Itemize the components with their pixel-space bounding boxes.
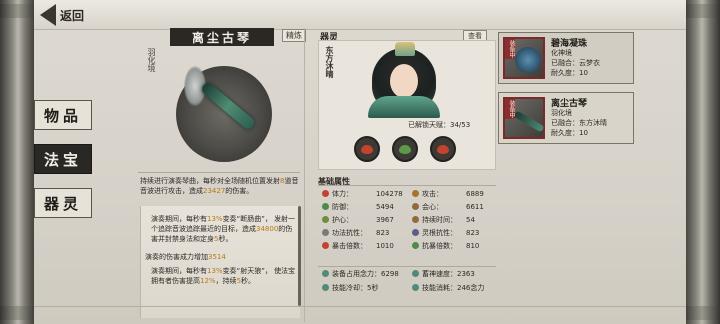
attr-cooldown: 技能冷却： 5秒 <box>322 282 378 293</box>
heart-icon <box>322 190 329 197</box>
back-button[interactable]: 返回 <box>40 4 84 26</box>
attr-crit-multiplier: 暴击倍数： 1010 <box>322 240 394 251</box>
equipment-card[interactable]: 装备中 碧海凝珠 化神境 已融合：云梦衣 耐久度：10 <box>498 32 634 84</box>
eye-icon <box>322 270 329 277</box>
spirit-crown-icon <box>395 42 415 56</box>
divider <box>318 185 496 186</box>
equipment-thumb: 装备中 <box>503 37 545 79</box>
back-label: 返回 <box>60 8 85 23</box>
swords-icon <box>412 190 419 197</box>
item-title: 离尘古琴 <box>170 28 274 46</box>
grade-tag: 精炼 <box>282 29 306 42</box>
skill-entry: 演奏期间，每秒有13%变奏“断肠曲”， 发射一个追踪音波追踪最近的目标，造成34… <box>151 215 296 243</box>
equipment-fused: 已融合：东方沐晴 <box>551 119 607 127</box>
shield-icon <box>322 203 329 210</box>
top-bar: 返回 <box>34 0 686 30</box>
spirit-portrait-body <box>368 96 440 118</box>
guqin-icon <box>513 110 545 133</box>
equipment-fused: 已融合：云梦衣 <box>551 59 600 67</box>
attr-hp: 体力： 104278 <box>322 188 403 199</box>
equipped-flag: 装备中 <box>505 39 515 59</box>
attributes-title: 基础属性 <box>318 177 350 186</box>
red-leaf-icon <box>437 144 449 154</box>
crit-icon <box>322 242 329 249</box>
skill-entry: 演奏的伤害成力增加3514 <box>145 253 226 261</box>
skill-entry: 演奏期间，每秒有13%变奏“射天狼”， 使法宝拥有者伤害提高12%，持续5秒。 <box>151 267 296 285</box>
attr-root-resist: 灵根抗性： 823 <box>412 227 479 238</box>
talent-progress: 已解锁天赋：34/53 <box>408 121 471 129</box>
equipped-flag: 装备中 <box>505 99 515 119</box>
panel-divider <box>304 28 305 322</box>
divider <box>318 266 496 267</box>
anti-crit-icon <box>412 242 419 249</box>
equipment-realm: 羽化境 <box>551 109 572 117</box>
attr-attack: 攻击： 6889 <box>412 188 484 199</box>
talent-slot[interactable] <box>354 136 380 162</box>
left-scroll-rod <box>0 0 38 324</box>
swirl-icon <box>412 270 419 277</box>
back-arrow-icon <box>40 4 56 26</box>
bottom-rule <box>34 306 686 307</box>
nav-item-treasure[interactable]: 法宝 <box>34 144 92 174</box>
crit-eye-icon <box>412 203 419 210</box>
equipment-thumb: 装备中 <box>503 97 545 139</box>
guard-icon <box>322 216 329 223</box>
equipment-realm: 化神境 <box>551 49 572 57</box>
nav-item-items[interactable]: 物品 <box>34 100 92 130</box>
root-resist-icon <box>412 229 419 236</box>
talent-slot[interactable] <box>430 136 456 162</box>
skill-scrollbar[interactable] <box>298 206 301 306</box>
red-leaf-icon <box>361 144 373 154</box>
talent-slot[interactable] <box>392 136 418 162</box>
attr-skill-cost: 技能消耗： 246念力 <box>412 282 484 293</box>
spirit-name: 东方沐晴 <box>325 46 334 78</box>
blue-pearl-icon <box>515 47 541 73</box>
cost-icon <box>412 284 419 291</box>
resist-icon <box>322 229 329 236</box>
attr-duration: 持续时间： 54 <box>412 214 475 225</box>
attr-defense: 防御： 5494 <box>322 201 394 212</box>
spirit-portrait-face <box>390 64 418 98</box>
attr-art-resist: 功法抗性： 823 <box>322 227 389 238</box>
attr-anti-crit: 抗暴倍数： 810 <box>412 240 479 251</box>
nav-item-spirit[interactable]: 器灵 <box>34 188 92 218</box>
skill-list[interactable]: 演奏期间，每秒有13%变奏“断肠曲”， 发射一个追踪音波追踪最近的目标，造成34… <box>140 206 300 318</box>
attr-crit: 会心： 6611 <box>412 201 484 212</box>
divider <box>138 172 300 173</box>
equipment-durability: 耐久度：10 <box>551 129 588 137</box>
equipment-durability: 耐久度：10 <box>551 69 588 77</box>
item-description: 持续进行演奏琴曲，每秒对全场随机位置发射8道音音波进行攻击，造成23427的伤害… <box>140 177 299 195</box>
item-realm: 羽化境 <box>147 48 156 72</box>
cooldown-icon <box>322 284 329 291</box>
attr-equip-mind: 装备占用念力： 6298 <box>322 268 399 279</box>
hourglass-icon <box>412 216 419 223</box>
attr-charge-speed: 蓄神速度： 2363 <box>412 268 475 279</box>
equipment-card[interactable]: 装备中 离尘古琴 羽化境 已融合：东方沐晴 耐久度：10 <box>498 92 634 144</box>
attr-guard: 护心： 3967 <box>322 214 394 225</box>
right-scroll-rod <box>682 0 720 324</box>
green-leaf-icon <box>399 144 411 154</box>
